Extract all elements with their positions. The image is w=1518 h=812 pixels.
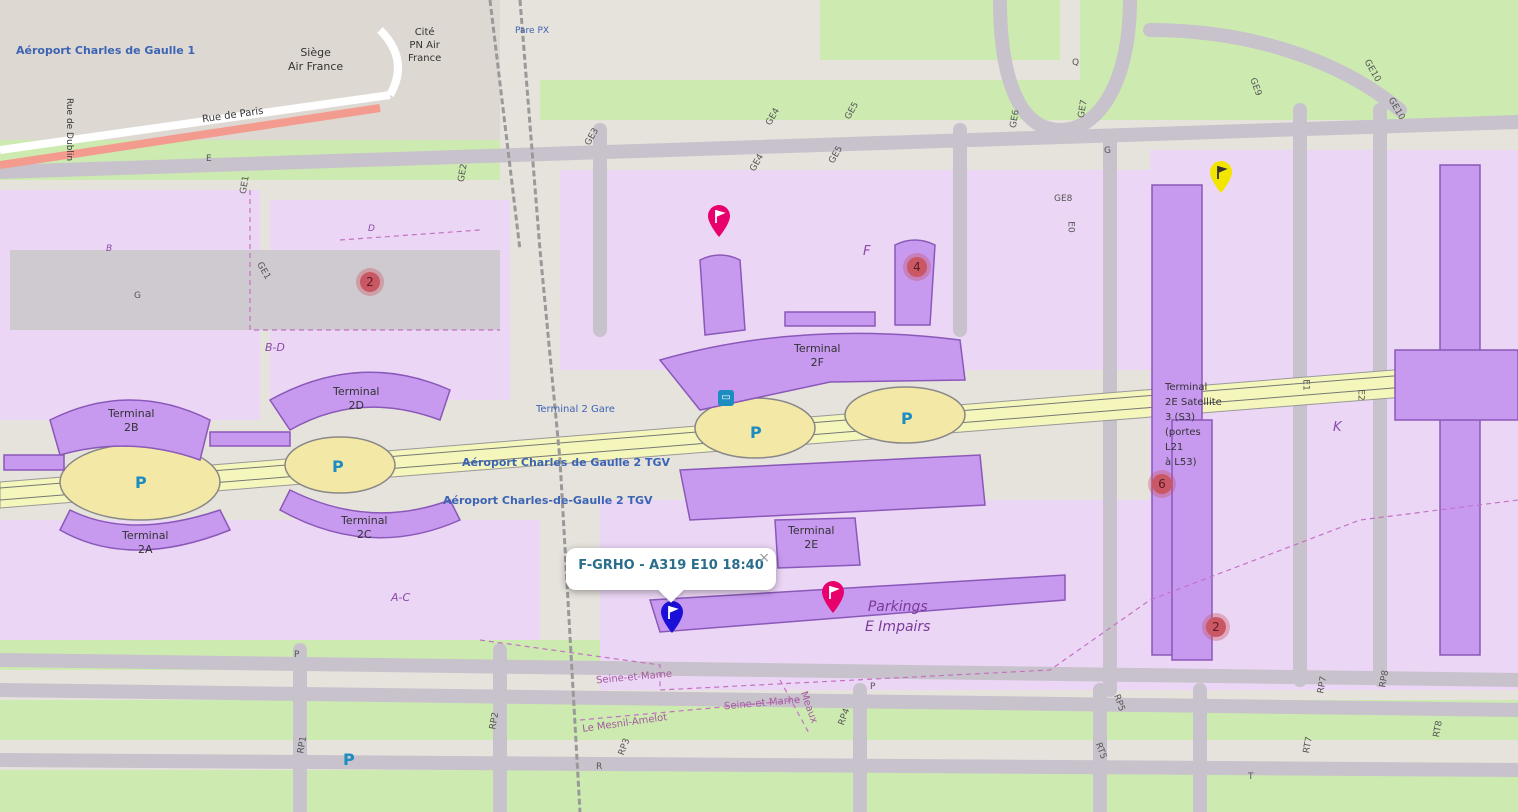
area-b-label: B: [106, 244, 113, 254]
taxiway-g-label: G: [1104, 146, 1111, 156]
marker-cluster[interactable]: 4: [903, 253, 931, 281]
terminal-2f-label: Terminal 2F: [794, 342, 841, 369]
flag-icon: [661, 601, 683, 633]
pare-px-label: Pare PX: [515, 26, 550, 36]
terminal-2a-label: Terminal 2A: [122, 529, 169, 556]
cdg2-tgv-label: Aéroport Charles de Gaulle 2 TGV: [462, 456, 671, 469]
taxiway-t-label: T: [1248, 772, 1254, 782]
popup-flight-text: F-GRHO - A319 E10 18:40: [578, 558, 764, 573]
terminal-2c-label: Terminal 2C: [341, 514, 388, 541]
terminal-2d-label: Terminal 2D: [333, 385, 380, 412]
parking-icon-2e: P: [750, 423, 762, 442]
terminal-2b-label: Terminal 2B: [108, 407, 155, 434]
taxiway-r-label: R: [596, 762, 603, 772]
flag-icon: [1210, 161, 1232, 193]
terminal-2e-satellite-label: Terminal 2E Satellite 3 (S3) (portes L21…: [1165, 382, 1222, 468]
taxiway-e0-label: E0: [1065, 221, 1076, 233]
siege-air-france-label: Siège Air France: [288, 46, 344, 73]
area-g-label: G: [134, 291, 141, 301]
flight-popup: F-GRHO - A319 E10 18:40 ×: [566, 548, 776, 603]
marker-cluster[interactable]: 2: [356, 268, 384, 296]
flag-marker-blue-selected[interactable]: [659, 600, 685, 634]
parkings-e-impairs-label: Parkings E Impairs: [865, 599, 931, 635]
map-base-layer: [0, 0, 1518, 812]
area-k-label: K: [1333, 420, 1342, 435]
taxiway-p2-label: P: [870, 682, 876, 692]
taxiway-e1-label: E1: [1300, 379, 1311, 391]
terminal-2-gare-label: Terminal 2 Gare: [536, 404, 615, 415]
cluster-count: 4: [907, 257, 927, 277]
cluster-count: 2: [1206, 617, 1226, 637]
cluster-count: 6: [1152, 474, 1172, 494]
taxiway-q-label: Q: [1072, 58, 1080, 68]
parking-icon-2f: P: [901, 409, 913, 428]
cite-pn-label: Cité PN Air France: [408, 27, 442, 64]
flag-marker-yellow[interactable]: [1208, 160, 1234, 194]
marker-cluster[interactable]: 2: [1202, 613, 1230, 641]
taxiway-p-label: P: [294, 650, 300, 660]
flag-icon: [822, 581, 844, 613]
area-bd-label: B-D: [265, 341, 285, 354]
bus-station-icon: ▭: [718, 390, 734, 406]
parking-icon-south: P: [343, 750, 355, 769]
flag-icon: [708, 205, 730, 237]
area-d-label: D: [368, 224, 375, 234]
area-f-label: F: [863, 244, 871, 259]
area-ac-label: A-C: [391, 591, 411, 604]
map-canvas[interactable]: Aéroport Charles de Gaulle 1 Siège Air F…: [0, 0, 1518, 812]
popup-close-button[interactable]: ×: [758, 550, 770, 566]
parking-icon-2c: P: [332, 457, 344, 476]
cluster-count: 2: [360, 272, 380, 292]
cdg1-label: Aéroport Charles de Gaulle 1: [16, 44, 196, 57]
taxiway-e-label: E: [206, 154, 212, 164]
flag-marker-pink[interactable]: [820, 580, 846, 614]
flag-marker-pink[interactable]: [706, 204, 732, 238]
rue-de-dublin-label: Rue de Dublin: [64, 98, 74, 162]
taxiway-ge8-label: GE8: [1054, 194, 1073, 204]
terminal-2e-label: Terminal 2E: [788, 524, 835, 551]
parking-icon-2a: P: [135, 473, 147, 492]
marker-cluster[interactable]: 6: [1148, 470, 1176, 498]
cdg2-tgv-label-2: Aéroport Charles-de-Gaulle 2 TGV: [443, 494, 653, 507]
taxiway-e2-label: E2: [1355, 389, 1366, 401]
